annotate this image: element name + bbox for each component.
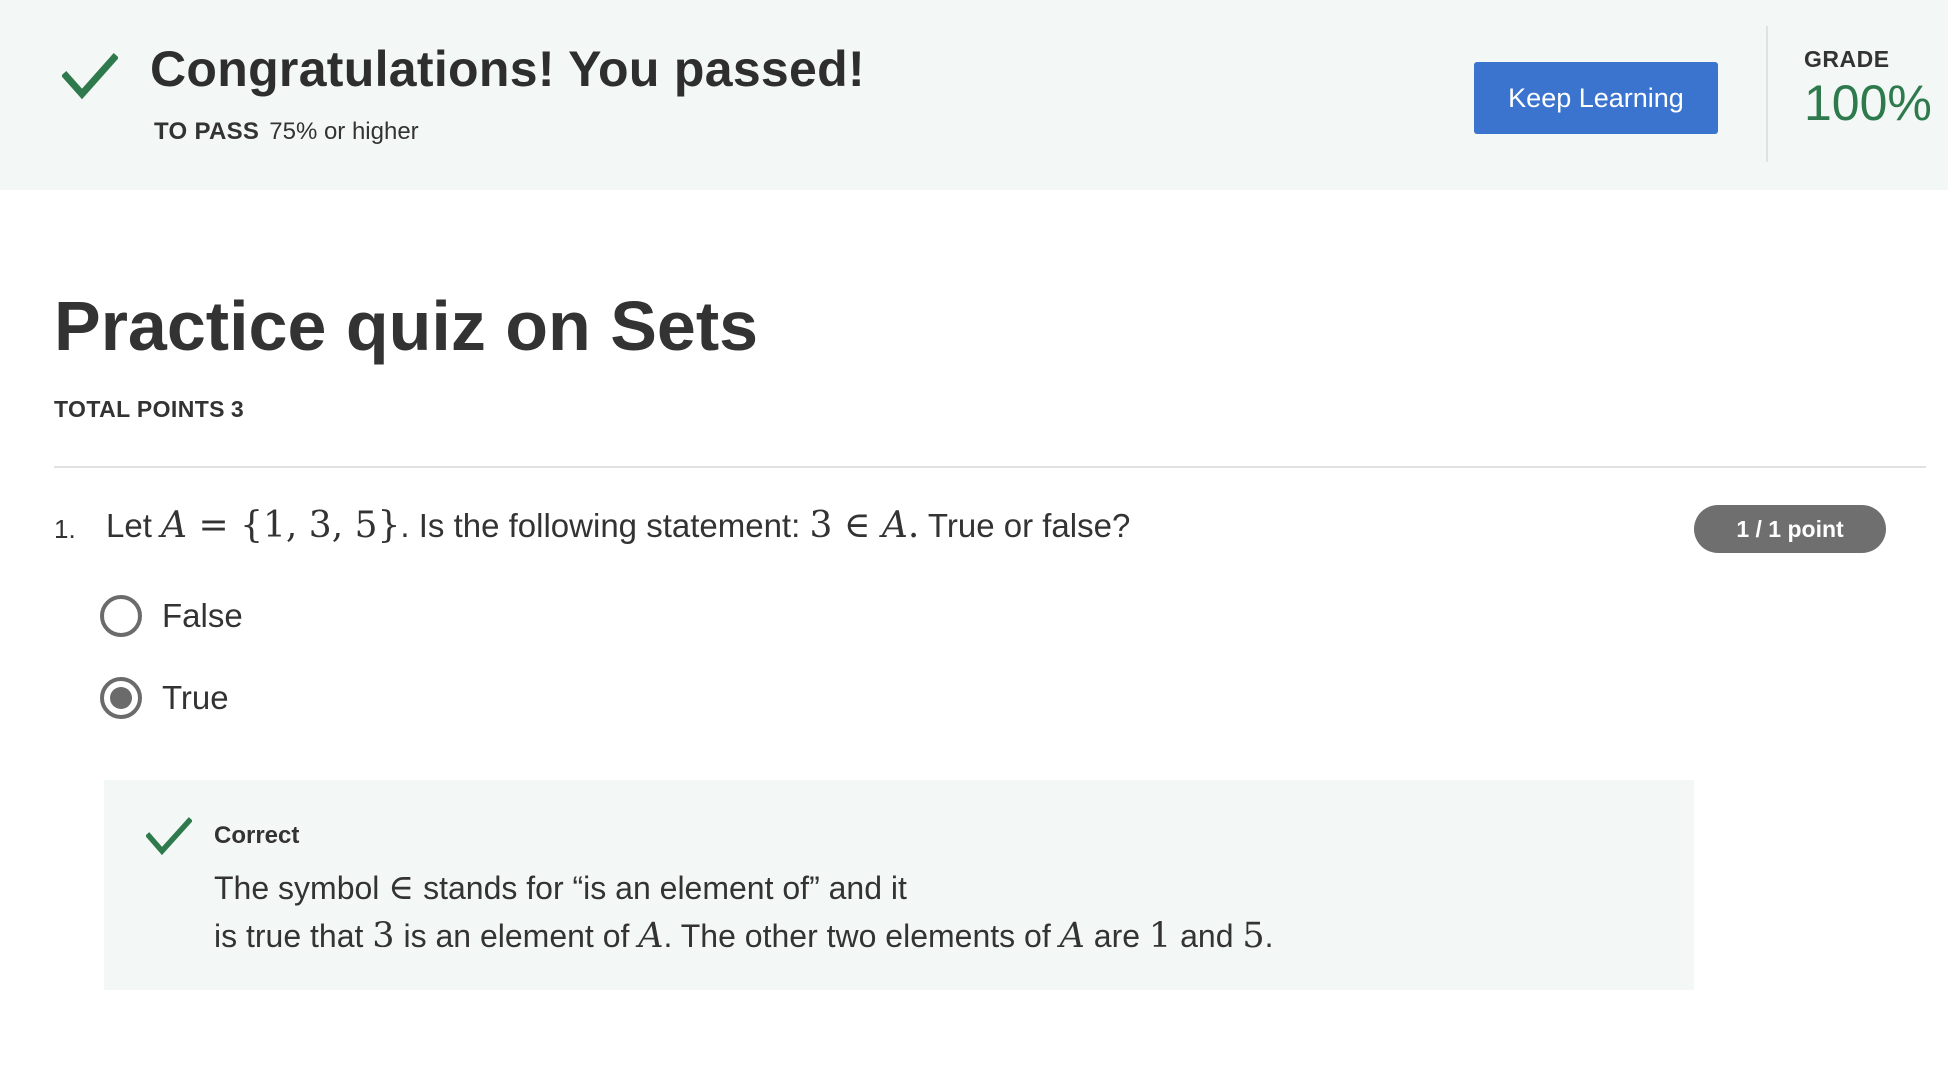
question-text-part: True or false?: [919, 507, 1131, 544]
math-set: A = {1, 3, 5}: [161, 505, 400, 546]
feedback-text: are: [1084, 918, 1149, 954]
total-points-label: TOTAL POINTS: [54, 396, 225, 422]
feedback-text: and: [1171, 918, 1243, 954]
question-text-part: Let: [106, 507, 162, 544]
grade-divider: [1766, 26, 1768, 162]
radio-dot: [110, 687, 132, 709]
math-expr: = {1, 3, 5}: [187, 505, 401, 546]
section-divider: [54, 466, 1926, 468]
question-text: Let A = {1, 3, 5}. Is the following stat…: [106, 505, 1130, 546]
math-symbol: ∈: [388, 868, 415, 908]
points-badge: 1 / 1 point: [1694, 505, 1886, 553]
pass-title: Congratulations! You passed!: [150, 41, 865, 97]
math-number: 3: [372, 916, 395, 956]
total-points: TOTAL POINTS 3: [54, 396, 244, 423]
math-var: A: [161, 505, 188, 546]
feedback-line-1: The symbol ∈ stands for “is an element o…: [214, 868, 907, 908]
math-number: 5: [1242, 916, 1265, 956]
result-banner: Congratulations! You passed! TO PASS 75% …: [0, 0, 1948, 190]
option-true[interactable]: True: [100, 674, 229, 722]
math-var: A: [881, 505, 908, 546]
to-pass-value: 75% or higher: [269, 118, 419, 145]
check-icon: [62, 53, 118, 100]
to-pass-label: TO PASS: [154, 118, 260, 145]
page-title: Practice quiz on Sets: [54, 287, 759, 365]
option-label: True: [162, 679, 229, 716]
question-number: 1.: [54, 514, 76, 544]
total-points-value: 3: [230, 396, 245, 422]
option-label: False: [162, 597, 243, 634]
option-false[interactable]: False: [100, 592, 243, 640]
pass-requirement: TO PASS 75% or higher: [154, 118, 419, 146]
grade-label: GRADE: [1804, 46, 1890, 72]
math-expr: 3 ∈: [809, 505, 882, 546]
feedback-text: is true that: [214, 918, 373, 954]
feedback-text: is an element of: [394, 918, 639, 954]
math-expr: .: [907, 505, 920, 546]
grade-value: 100%: [1804, 75, 1932, 131]
feedback-text: .: [1264, 918, 1274, 954]
question-text-part: . Is the following statement:: [400, 507, 810, 544]
keep-learning-button[interactable]: Keep Learning: [1474, 62, 1718, 134]
math-statement: 3 ∈ A.: [809, 505, 919, 546]
math-number: 1: [1148, 916, 1172, 956]
radio-button[interactable]: [100, 595, 142, 637]
math-var: A: [1059, 916, 1085, 956]
math-var: A: [638, 916, 664, 956]
feedback-text: stands for “is an element of” and it: [414, 870, 907, 906]
feedback-status: Correct: [214, 822, 300, 849]
feedback-line-2: is true that 3 is an element of A. The o…: [214, 916, 1274, 956]
feedback-text: . The other two elements of: [663, 918, 1060, 954]
feedback-box: Correct The symbol ∈ stands for “is an e…: [104, 780, 1694, 990]
feedback-text: The symbol: [214, 870, 389, 906]
check-icon: [146, 817, 192, 856]
radio-button-selected[interactable]: [100, 677, 142, 719]
